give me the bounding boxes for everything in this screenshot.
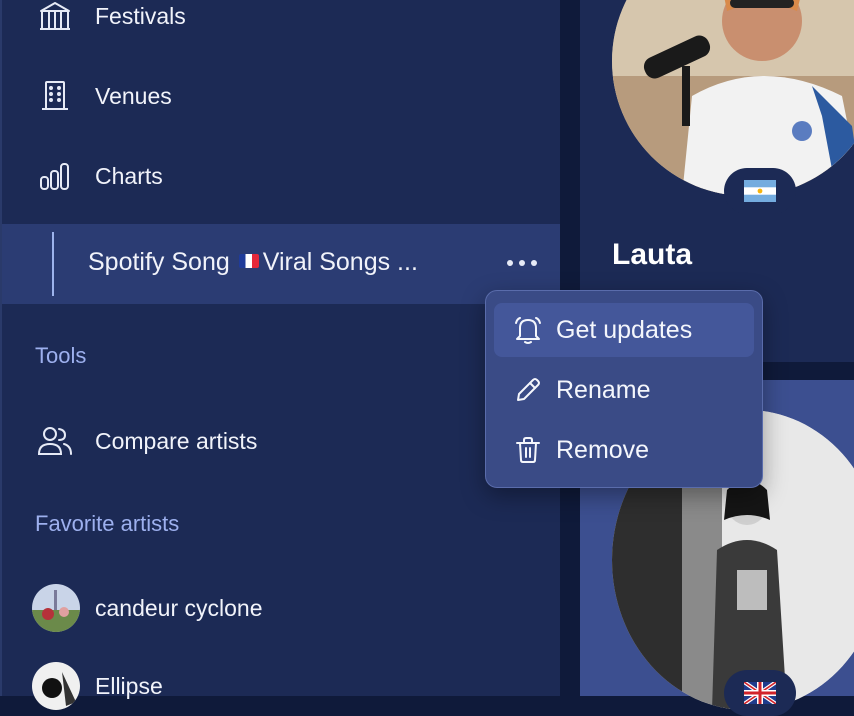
avatar [32,662,80,710]
sidebar-item-label: Compare artists [95,427,258,454]
sidebar: Festivals Venues Charts Spotify Song Vir… [0,0,560,710]
context-menu: Get updates Rename Remove [485,290,763,488]
france-flag-icon [238,254,259,269]
sidebar-item-festivals[interactable]: Festivals [2,0,560,46]
trash-icon [512,434,544,466]
sidebar-item-label: Festivals [95,2,186,29]
favorite-artist-name: Ellipse [95,672,163,699]
bar-chart-icon [36,157,74,195]
sidebar-item-label: Charts [95,162,163,189]
favorite-artist-name: candeur cyclone [95,594,263,621]
pencil-icon [512,374,544,406]
sidebar-item-venues[interactable]: Venues [2,66,560,126]
users-icon [36,422,74,460]
country-badge [724,670,796,716]
menu-item-rename[interactable]: Rename [494,363,754,417]
tree-line [52,232,54,296]
menu-item-remove[interactable]: Remove [494,423,754,477]
sidebar-item-label: Venues [95,82,172,109]
argentina-flag-icon [744,180,776,202]
avatar [32,584,80,632]
building-icon [36,77,74,115]
section-title-tools: Tools [35,343,87,368]
menu-item-get-updates[interactable]: Get updates [494,303,754,357]
favorite-artist-item[interactable]: Ellipse [2,656,560,716]
chart-item-label: Spotify Song Viral Songs ... [88,248,418,276]
menu-item-label: Rename [556,375,651,404]
artist-name[interactable]: Lauta [612,238,692,272]
ellipsis-icon [507,260,537,266]
tent-icon [36,0,74,35]
bell-icon [512,314,544,346]
sidebar-item-charts[interactable]: Charts [2,146,560,206]
uk-flag-icon [744,682,776,704]
country-badge [724,168,796,214]
sidebar-item-chart-selected[interactable]: Spotify Song Viral Songs ... [2,224,560,304]
menu-item-label: Remove [556,435,650,464]
favorite-artist-item[interactable]: candeur cyclone [2,578,560,638]
sidebar-item-compare-artists[interactable]: Compare artists [2,411,560,471]
section-title-favorite-artists: Favorite artists [35,511,180,536]
more-options-button[interactable] [501,248,543,278]
menu-item-label: Get updates [556,315,693,344]
